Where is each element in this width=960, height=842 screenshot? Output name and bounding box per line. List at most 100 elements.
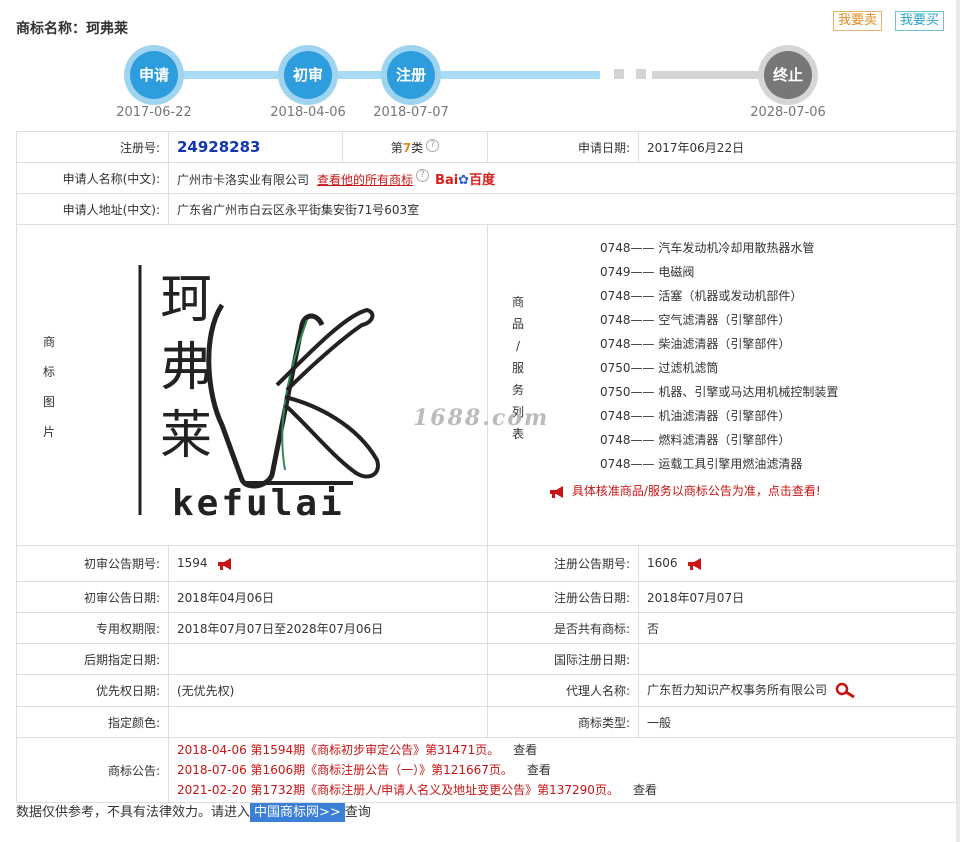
notice-item: 2021-02-20 第1732期《商标注册人/申请人名义及地址变更公告》第13…	[177, 780, 948, 800]
table-row: 专用权期限: 2018年07月07日至2028年07月06日 是否共有商标: 否	[16, 612, 957, 644]
agent-label: 代理人名称:	[487, 674, 639, 707]
agent-value: 广东哲力知识产权事务所有限公司	[647, 683, 828, 698]
goods-name: 活塞（机器或发动机部件）	[658, 289, 803, 303]
apply-date-label: 申请日期:	[487, 131, 639, 163]
label-char: 务	[511, 383, 524, 397]
color-value	[168, 706, 488, 738]
notice-view-link[interactable]: 查看	[527, 763, 551, 777]
reg-no-value: 24928283	[177, 138, 261, 156]
label-char: /	[515, 339, 521, 353]
stage-date: 2018-07-07	[373, 105, 449, 120]
label-char: 品	[511, 317, 524, 331]
type-value: 一般	[638, 706, 957, 738]
help-icon[interactable]: ?	[416, 168, 430, 182]
trademark-logo: 珂 弗 莱 kefulai	[138, 265, 380, 524]
list-item: 0748—— 空气滤清器（引擎部件）	[600, 313, 791, 327]
table-row: 优先权日期: (无优先权) 代理人名称: 广东哲力知识产权事务所有限公司	[16, 674, 957, 707]
prelim-no-value: 1594	[177, 556, 208, 571]
class-suffix: 类	[411, 140, 424, 155]
help-icon[interactable]: ?	[426, 138, 440, 152]
prelim-no-label: 初审公告期号:	[16, 545, 169, 582]
goods-name: 机油滤清器（引擎部件）	[658, 409, 791, 423]
goods-name: 空气滤清器（引擎部件）	[658, 313, 791, 327]
reg-notice-no-cell: 1606	[638, 545, 957, 582]
notice-item: 2018-04-06 第1594期《商标初步审定公告》第31471页。 查看	[177, 740, 948, 760]
goods-list-wrap: 0748—— 汽车发动机冷却用散热器水管 0749—— 电磁阀 0748—— 活…	[550, 236, 940, 499]
logo-latin: kefulai	[172, 483, 345, 524]
goods-code: 0749	[600, 265, 631, 279]
stage-date: 2017-06-22	[116, 105, 192, 120]
footer-text-end: 查询	[344, 805, 371, 820]
goods-code: 0748	[600, 457, 631, 471]
agent-cell: 广东哲力知识产权事务所有限公司	[638, 674, 957, 707]
goods-note-link[interactable]: 具体核准商品/服务以商标公告为准，点击查看!	[548, 482, 940, 499]
logo-char: 弗	[160, 338, 212, 398]
progress-dash	[614, 69, 624, 79]
list-item: 0750—— 过滤机滤筒	[600, 361, 719, 375]
applicant-addr-label: 申请人地址(中文):	[16, 193, 169, 225]
reg-notice-no-value: 1606	[647, 556, 678, 571]
class-number: 7	[402, 140, 412, 155]
stage-label: 注册	[387, 51, 435, 99]
trademark-detail-table: 注册号: 24928283 第7类? 申请日期: 2017年06月22日 申请人…	[16, 131, 957, 803]
shared-value: 否	[638, 612, 957, 644]
stage-label: 初审	[284, 51, 332, 99]
goods-name: 运载工具引擎用燃油滤清器	[658, 457, 803, 471]
search-icon[interactable]	[833, 682, 859, 700]
progress-dash	[636, 69, 646, 79]
reg-no-label: 注册号:	[16, 131, 169, 163]
reg-notice-date-value: 2018年07月07日	[638, 581, 957, 613]
label-char: 商	[511, 295, 524, 309]
label-char: 列	[511, 405, 524, 419]
applicant-addr-value: 广东省广州市白云区永平街集安街71号603室	[168, 193, 957, 225]
megaphone-icon[interactable]	[216, 557, 236, 571]
prelim-no-cell: 1594	[168, 545, 488, 582]
notice-view-link[interactable]: 查看	[633, 783, 657, 797]
megaphone-icon[interactable]	[686, 557, 706, 571]
list-item: 0748—— 燃料滤清器（引擎部件）	[600, 433, 791, 447]
label-char: 表	[511, 427, 524, 441]
table-row: 申请人名称(中文): 广州市卡洛实业有限公司 查看他的所有商标? Bai✿百度	[16, 162, 957, 194]
class-prefix: 第	[390, 140, 403, 155]
footer-disclaimer: 数据仅供参考，不具有法律效力。请进入 中国商标网>> 查询	[16, 801, 371, 822]
status-timeline: 申请 2017-06-22 初审 2018-04-06 注册 2018-07-0…	[0, 40, 960, 130]
goods-code: 0750	[600, 385, 631, 399]
reg-notice-no-label: 注册公告期号:	[487, 545, 639, 582]
goods-code: 0748	[600, 313, 631, 327]
buy-button[interactable]: 我要买	[895, 11, 945, 31]
notice-label: 商标公告:	[16, 737, 169, 803]
goods-code: 0748	[600, 409, 631, 423]
reg-notice-date-label: 注册公告日期:	[487, 581, 639, 613]
stage-date: 2028-07-06	[750, 105, 826, 120]
logo-char: 莱	[160, 406, 212, 466]
all-marks-link[interactable]: 查看他的所有商标	[317, 173, 413, 187]
cn-trademark-link[interactable]: 中国商标网>>	[250, 803, 345, 822]
notice-view-link[interactable]: 查看	[513, 743, 537, 757]
baidu-logo[interactable]: Bai✿百度	[435, 173, 495, 188]
table-row: 注册号: 24928283 第7类? 申请日期: 2017年06月22日	[16, 131, 957, 163]
goods-code: 0750	[600, 361, 631, 375]
table-row: 后期指定日期: 国际注册日期:	[16, 643, 957, 675]
goods-name: 燃料滤清器（引擎部件）	[658, 433, 791, 447]
intl-date-label: 国际注册日期:	[487, 643, 639, 675]
prelim-date-label: 初审公告日期:	[16, 581, 169, 613]
trademark-image-cell: 商 标 图 片 珂 弗 莱 kefulai 1688.com	[16, 224, 547, 546]
goods-code: 0748	[600, 433, 631, 447]
stage-apply: 申请	[124, 45, 184, 105]
stage-terminate: 终止	[758, 45, 818, 105]
goods-name: 机器、引擎或马达用机械控制装置	[658, 385, 839, 399]
list-item: 0748—— 汽车发动机冷却用散热器水管	[600, 241, 815, 255]
goods-code: 0748	[600, 241, 631, 255]
notice-cell: 2018-04-06 第1594期《商标初步审定公告》第31471页。 查看 20…	[168, 737, 957, 803]
goods-list: 0748—— 汽车发动机冷却用散热器水管 0749—— 电磁阀 0748—— 活…	[600, 236, 940, 476]
notice-text: 2021-02-20 第1732期《商标注册人/申请人名义及地址变更公告》第13…	[177, 783, 619, 797]
applicant-name-label: 申请人名称(中文):	[16, 162, 169, 194]
page-title: 商标名称：珂弗莱	[16, 21, 128, 37]
stage-date: 2018-04-06	[270, 105, 346, 120]
stage-register: 注册	[381, 45, 441, 105]
paw-icon: ✿	[458, 172, 470, 188]
list-item: 0748—— 机油滤清器（引擎部件）	[600, 409, 791, 423]
later-date-value	[168, 643, 488, 675]
sell-button[interactable]: 我要卖	[833, 11, 883, 31]
goods-note-text: 具体核准商品/服务以商标公告为准，点击查看!	[571, 484, 821, 498]
